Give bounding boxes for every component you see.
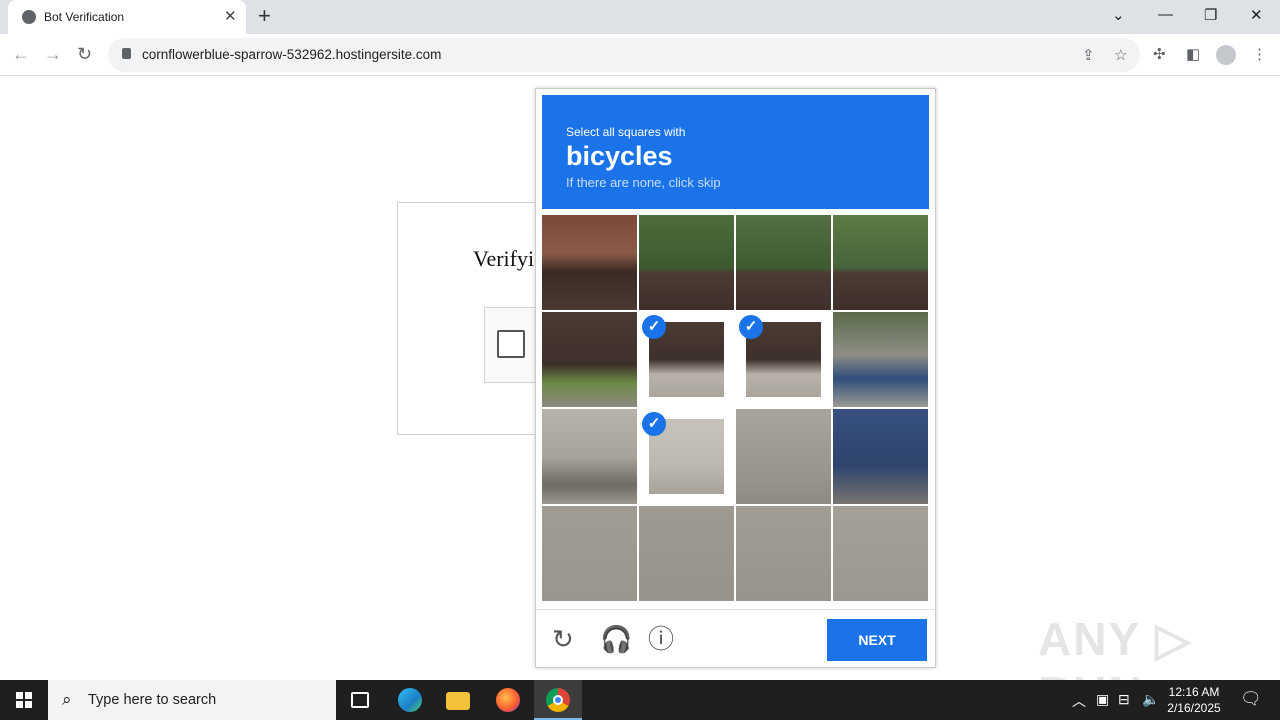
- tile-image: [833, 409, 928, 504]
- volume-icon[interactable]: 🔈: [1142, 691, 1159, 708]
- checkmark-icon: ✓: [739, 315, 763, 339]
- tile-image: [736, 409, 831, 504]
- taskbar-search[interactable]: ⌕ Type here to search: [48, 680, 336, 720]
- menu-kebab-icon[interactable]: ⋮: [1252, 45, 1267, 63]
- chrome-icon[interactable]: [534, 680, 582, 720]
- next-button[interactable]: NEXT: [827, 619, 927, 661]
- firefox-icon[interactable]: [484, 680, 532, 720]
- tile-image: [639, 506, 734, 601]
- windows-taskbar: ⌕ Type here to search ︿ ▣ ⊟ 🔈 12:16 AM 2…: [0, 680, 1280, 720]
- tile-image: [833, 506, 928, 601]
- side-panel-icon[interactable]: ◧: [1186, 45, 1200, 63]
- captcha-header: Select all squares with bicycles If ther…: [542, 95, 929, 209]
- tile-image: [736, 506, 831, 601]
- captcha-tile[interactable]: ✓: [639, 312, 734, 407]
- clock-date: 2/16/2025: [1167, 701, 1221, 715]
- captcha-tile[interactable]: [833, 506, 928, 601]
- tile-image: [736, 215, 831, 310]
- tab-bot-verification[interactable]: Bot Verification ✕: [8, 0, 246, 34]
- windows-logo-icon: [16, 692, 32, 708]
- captcha-tile[interactable]: ✓: [736, 312, 831, 407]
- clock-time: 12:16 AM: [1168, 685, 1220, 699]
- captcha-tile[interactable]: [542, 506, 637, 601]
- page-title: Verifyi: [473, 246, 535, 271]
- lock-icon: [122, 48, 131, 59]
- network-icon[interactable]: ⊟: [1118, 691, 1130, 708]
- tile-image: [542, 506, 637, 601]
- browser-toolbar: ← → ↻ cornflowerblue-sparrow-532962.host…: [0, 34, 1280, 76]
- tab-title: Bot Verification: [44, 10, 125, 24]
- captcha-instruction: Select all squares with: [566, 125, 686, 139]
- info-icon[interactable]: ⓘ: [648, 626, 674, 652]
- profile-avatar-icon[interactable]: [1216, 45, 1236, 65]
- file-explorer-icon[interactable]: [434, 680, 482, 720]
- tile-image: [833, 312, 928, 407]
- search-icon: ⌕: [62, 690, 72, 709]
- tile-image: [639, 215, 734, 310]
- captcha-tile[interactable]: [639, 215, 734, 310]
- minimize-button[interactable]: —: [1158, 6, 1173, 23]
- captcha-tile[interactable]: [542, 215, 637, 310]
- captcha-footer: ↻ 🎧 ⓘ NEXT: [536, 609, 936, 668]
- captcha-hint: If there are none, click skip: [566, 175, 721, 190]
- show-hidden-icons-chevron-icon[interactable]: ︿: [1072, 691, 1086, 711]
- new-tab-button[interactable]: +: [258, 3, 271, 29]
- captcha-tile[interactable]: [736, 506, 831, 601]
- tile-image: [542, 215, 637, 310]
- verify-checkbox[interactable]: [497, 330, 525, 358]
- back-button[interactable]: ←: [12, 44, 30, 65]
- tile-image: [833, 215, 928, 310]
- captcha-tile[interactable]: [736, 215, 831, 310]
- captcha-tile[interactable]: [736, 409, 831, 504]
- share-icon[interactable]: ⇪: [1082, 46, 1095, 64]
- captcha-tile[interactable]: [833, 215, 928, 310]
- search-placeholder: Type here to search: [88, 692, 217, 708]
- tile-image: [542, 312, 637, 407]
- captcha-target: bicycles: [566, 141, 673, 171]
- captcha-tile[interactable]: ✓: [639, 409, 734, 504]
- restore-button[interactable]: ❐: [1204, 6, 1217, 24]
- notifications-icon[interactable]: 🗨: [1240, 689, 1262, 709]
- task-view-icon[interactable]: [336, 680, 384, 720]
- globe-icon: [22, 10, 36, 24]
- close-window-button[interactable]: ✕: [1250, 6, 1263, 24]
- captcha-tile[interactable]: [833, 312, 928, 407]
- captcha-image-grid: ✓ ✓ ✓: [542, 215, 929, 602]
- captcha-tile[interactable]: [833, 409, 928, 504]
- checkmark-icon: ✓: [642, 412, 666, 436]
- captcha-tile[interactable]: [542, 409, 637, 504]
- meet-now-icon[interactable]: ▣: [1096, 691, 1109, 708]
- address-bar[interactable]: cornflowerblue-sparrow-532962.hostingers…: [108, 38, 1140, 72]
- tile-image: [542, 409, 637, 504]
- checkmark-icon: ✓: [642, 315, 666, 339]
- captcha-tile[interactable]: [639, 506, 734, 601]
- forward-button[interactable]: →: [44, 44, 62, 65]
- tab-close-icon[interactable]: ✕: [224, 7, 237, 25]
- captcha-tile[interactable]: [542, 312, 637, 407]
- audio-challenge-headphones-icon[interactable]: 🎧: [600, 626, 632, 652]
- start-button[interactable]: [0, 680, 48, 720]
- bookmark-star-icon[interactable]: ☆: [1114, 46, 1127, 64]
- captcha-challenge: Select all squares with bicycles If ther…: [535, 88, 936, 668]
- tab-strip: Bot Verification ✕ + ⌄ — ❐ ✕: [0, 0, 1280, 34]
- url-text: cornflowerblue-sparrow-532962.hostingers…: [142, 47, 442, 62]
- reload-challenge-icon[interactable]: ↻: [552, 626, 574, 652]
- tab-search-chevron-icon[interactable]: ⌄: [1112, 6, 1125, 24]
- system-clock[interactable]: 12:16 AM 2/16/2025: [1164, 684, 1224, 716]
- extensions-icon[interactable]: ✣: [1153, 45, 1166, 63]
- edge-browser-icon[interactable]: [386, 680, 434, 720]
- reload-button[interactable]: ↻: [77, 44, 92, 65]
